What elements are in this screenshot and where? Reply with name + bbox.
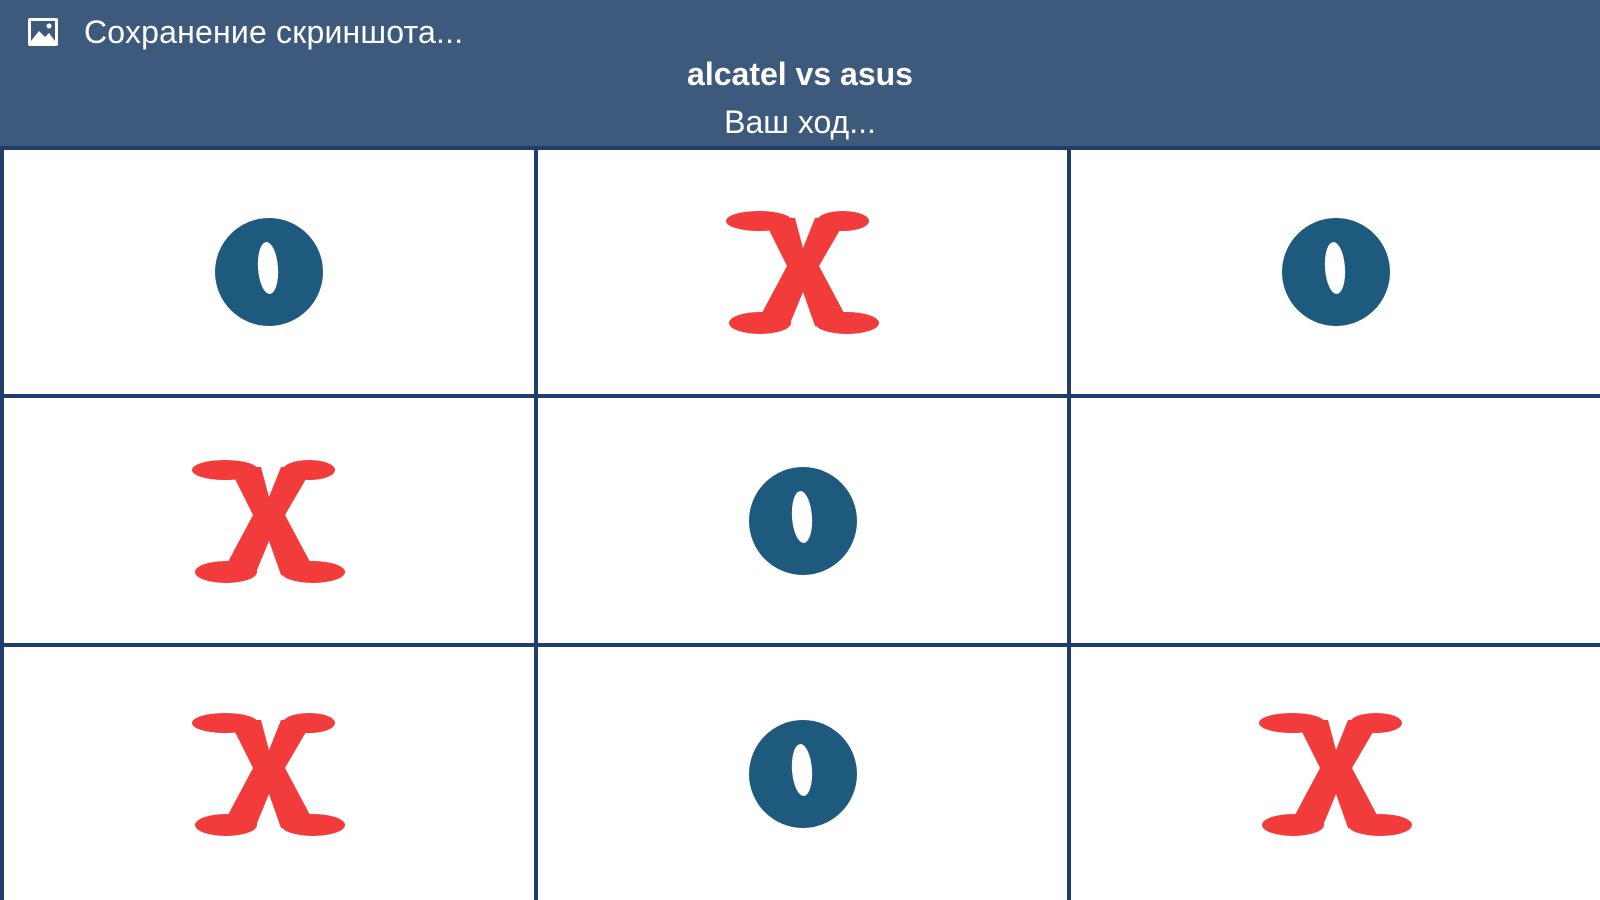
board-cell-r3-c3[interactable] [1071, 647, 1600, 900]
image-icon [26, 15, 60, 49]
x-mark-icon [189, 706, 349, 842]
turn-status: Ваш ход... [724, 104, 876, 140]
game-header: Сохранение скриншота... alcatel vs asus … [0, 0, 1600, 146]
screenshot-notification: Сохранение скриншота... [26, 12, 463, 52]
x-mark-icon [1256, 706, 1416, 842]
x-mark-icon [189, 453, 349, 589]
board-cell-r1-c2[interactable] [538, 150, 1067, 394]
o-mark-icon [747, 718, 859, 830]
x-mark-icon [723, 204, 883, 340]
game-board [0, 146, 1600, 900]
board-cell-r1-c3[interactable] [1071, 150, 1600, 394]
match-title: alcatel vs asus [687, 56, 913, 92]
notification-text: Сохранение скриншота... [84, 13, 464, 50]
o-mark-icon [747, 465, 859, 577]
board-cell-r1-c1[interactable] [4, 150, 534, 394]
board-cell-r2-c3[interactable] [1071, 398, 1600, 643]
o-mark-icon [213, 216, 325, 328]
board-cell-r3-c2[interactable] [538, 647, 1067, 900]
board-cell-r2-c1[interactable] [4, 398, 534, 643]
board-cell-r3-c1[interactable] [4, 647, 534, 900]
board-cell-r2-c2[interactable] [538, 398, 1067, 643]
o-mark-icon [1280, 216, 1392, 328]
